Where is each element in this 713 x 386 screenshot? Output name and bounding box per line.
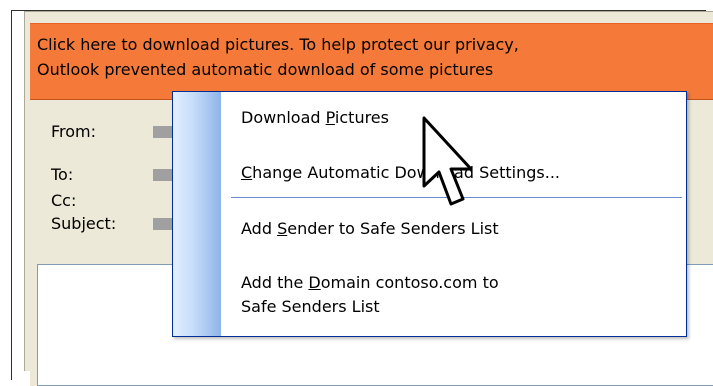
download-pictures-infobar[interactable]: Click here to download pictures. To help… (30, 23, 713, 100)
to-label: To: (51, 165, 74, 184)
mouse-pointer-icon (422, 116, 473, 206)
menu-item-add-domain-safe-list[interactable]: Add the Domain contoso.com to Safe Sende… (221, 271, 686, 319)
cc-label: Cc: (51, 191, 77, 210)
menu-item-change-download-settings-label: Change Automatic Download Settings... (241, 163, 560, 182)
menu-icon-gutter (173, 92, 221, 336)
menu-item-add-domain-safe-list-label-2: Safe Senders List (241, 297, 380, 316)
menu-item-add-domain-safe-list-label-1: Add the Domain contoso.com to (241, 273, 499, 292)
subject-label: Subject: (51, 214, 117, 233)
from-label: From: (51, 122, 97, 141)
menu-item-download-pictures-label: Download Pictures (241, 108, 389, 127)
menu-item-add-sender-safe-list-label: Add Sender to Safe Senders List (241, 219, 499, 238)
infobar-line-2: Outlook prevented automatic download of … (37, 60, 494, 79)
infobar-line-1: Click here to download pictures. To help… (37, 35, 519, 54)
menu-item-add-sender-safe-list[interactable]: Add Sender to Safe Senders List (221, 217, 686, 241)
